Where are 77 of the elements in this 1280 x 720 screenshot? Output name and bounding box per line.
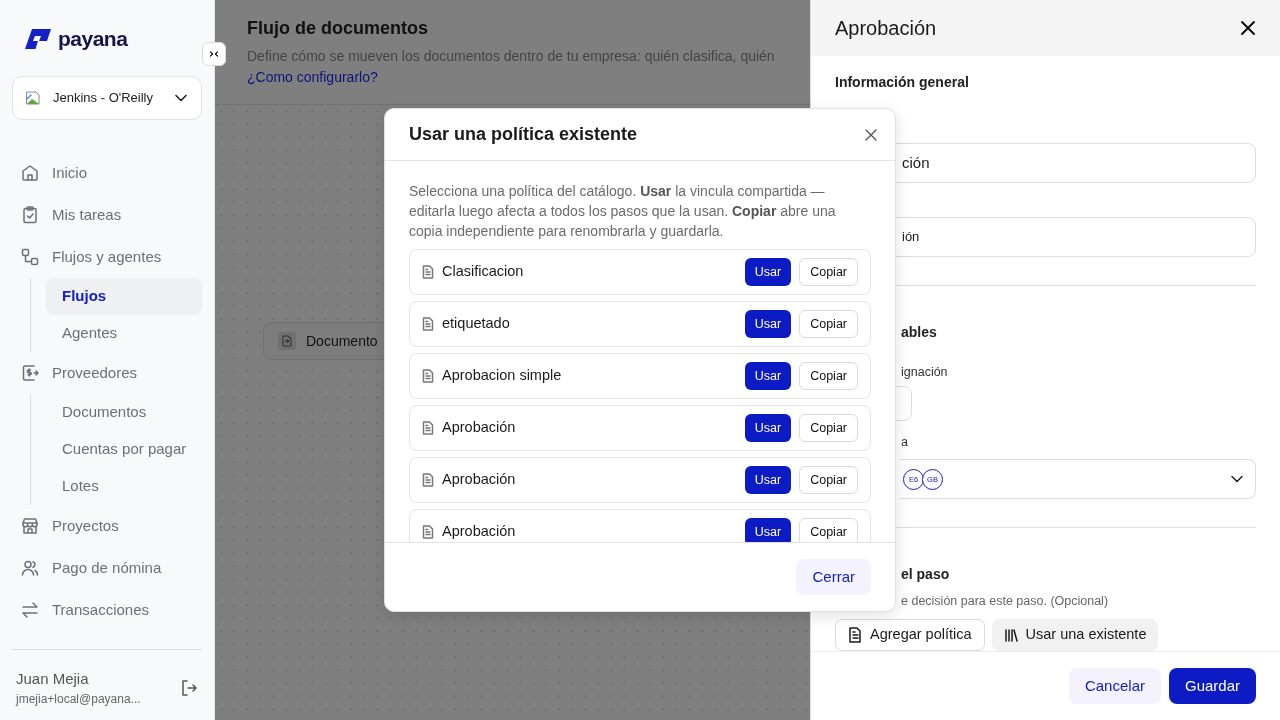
help-link[interactable]: ¿Como configurarlo? [247,68,378,85]
policy-name: Clasificacion [442,262,525,282]
nav-subitem[interactable]: Cuentas por pagar [46,431,202,468]
close-icon [865,128,877,141]
copy-button[interactable]: Copiar [799,362,858,390]
copy-button[interactable]: Copiar [799,310,858,338]
chevron-down-icon [175,94,187,102]
nav-item[interactable]: Proveedores [12,352,202,394]
logout-icon [180,678,198,697]
copy-button[interactable]: Copiar [799,518,858,542]
transfer-icon [20,600,40,620]
workspace-name: Jenkins - O'Reilly [53,89,154,108]
copy-button[interactable]: Copiar [799,414,858,442]
panel-title: Aprobación [835,15,937,40]
cancel-button[interactable]: Cancelar [1068,668,1161,705]
policy-name: etiquetado [442,314,511,334]
nav-subitem[interactable]: Agentes [46,315,202,352]
policy-name: Aprobación [442,522,517,542]
document-icon [422,369,434,383]
nav-subitem[interactable]: Documentos [46,394,202,431]
document-icon [422,525,434,539]
user-email: jmejia+local@payana... [16,691,141,708]
use-button[interactable]: Usar [744,310,792,338]
save-button[interactable]: Guardar [1168,668,1256,705]
dialog-title: Usar una política existente [409,123,638,146]
nav-item[interactable]: Transacciones [12,589,202,631]
section-heading: Información general [835,72,970,92]
library-icon [1003,628,1018,643]
copy-button[interactable]: Copiar [799,466,858,494]
document-icon [278,332,296,350]
home-icon [20,163,40,183]
chevron-down-icon [1231,475,1243,484]
store-icon [20,516,40,536]
policy-name: Aprobación [442,418,517,438]
workspace-selector[interactable]: Jenkins - O'Reilly [12,76,202,120]
use-button[interactable]: Usar [744,362,792,390]
clipboard-icon [20,205,40,225]
nav-subitem[interactable]: Lotes [46,468,202,505]
close-button[interactable] [865,128,877,141]
page-title: Flujo de documentos [247,18,429,40]
flow-icon [20,247,40,267]
dollar-document-icon [20,363,40,383]
dialog-description: Selecciona una política del catálogo. Usar la vincula compartida — editarla luego afecta a todos los pasos que la usan. Copiar abre una copia independiente para renombrarla y guardarla. [409,182,837,241]
nav-item[interactable]: Pago de nómina [12,547,202,589]
close-icon [1240,19,1256,36]
nav-subitem[interactable]: Flujos [46,278,202,315]
collapse-button[interactable] [202,42,226,66]
use-button[interactable]: Usar [744,518,792,542]
add-policy-button[interactable]: Agregar política [835,619,985,652]
policy-name: Aprobación [442,470,517,490]
document-icon [422,317,434,331]
logo-icon [24,28,52,50]
document-icon [422,473,434,487]
document-icon [422,265,434,279]
user-name: Juan Mejia [16,668,90,689]
use-button[interactable]: Usar [744,414,792,442]
use-button[interactable]: Usar [744,466,792,494]
document-icon [422,421,434,435]
nav-item[interactable]: Inicio [12,152,202,194]
close-button[interactable] [1240,19,1256,36]
close-dialog-button[interactable]: Cerrar [796,559,871,595]
nav-item[interactable]: Flujos y agentes [12,236,202,278]
field-label: a [900,433,909,451]
page-description: Define cómo se mueven los documentos dentro de tu empresa: quién clasifica, quién [247,46,776,66]
use-button[interactable]: Usar [744,258,792,286]
broken-image-icon [25,89,43,107]
use-existing-button[interactable]: Usar una existente [991,619,1159,652]
logout-button[interactable] [180,678,198,697]
policy-name: Aprobacion simple [442,366,563,386]
people-icon [20,558,40,578]
nav-item[interactable]: Mis tareas [12,194,202,236]
copy-button[interactable]: Copiar [799,258,858,286]
logo-text: payana [58,26,128,53]
document-icon [848,627,862,644]
collapse-icon [209,49,219,59]
nav-item[interactable]: Proyectos [12,505,202,547]
helper-text: e decisión para este paso. (Opcional) [900,593,1110,611]
